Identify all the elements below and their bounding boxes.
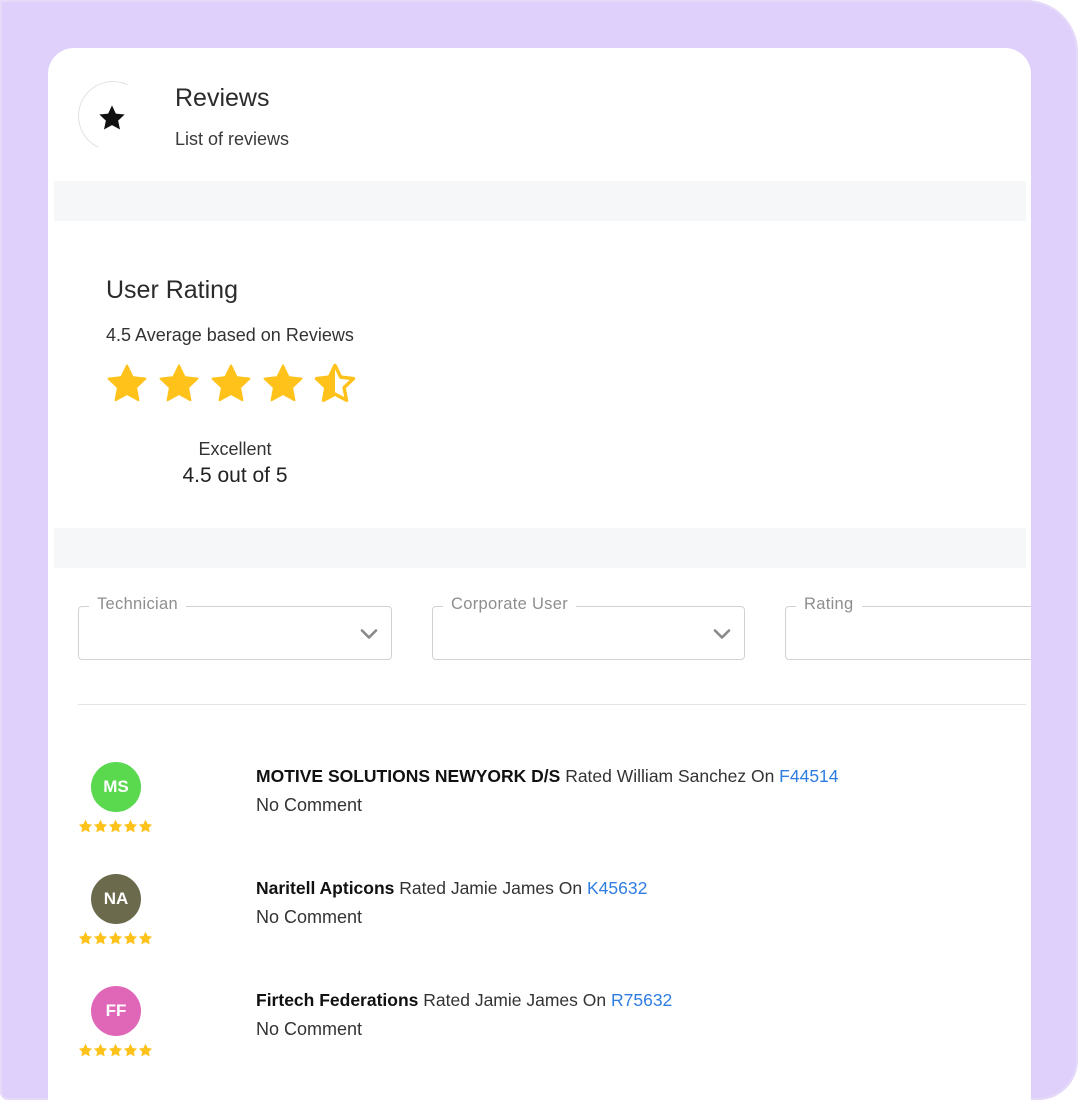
technician-select[interactable]: Technician [78, 595, 392, 660]
star-filled-icon [109, 1044, 122, 1057]
star-filled-icon [139, 820, 152, 833]
star-filled-icon [109, 820, 122, 833]
divider [78, 704, 1026, 705]
star-filled-icon [79, 932, 92, 945]
rating-heading: User Rating [106, 276, 238, 304]
star-filled-icon [109, 932, 122, 945]
star-icon [99, 105, 125, 130]
review-comment: No Comment [256, 795, 363, 815]
star-filled-icon [79, 820, 92, 833]
order-link[interactable]: F44514 [779, 766, 838, 786]
rating-label: Rating [796, 595, 862, 614]
review-item: NA Naritell Apticons Rated Jamie James O… [48, 874, 1031, 974]
star-filled-icon [124, 1044, 137, 1057]
review-comment: No Comment [256, 907, 363, 927]
review-item: FF Firtech Federations Rated Jamie James… [48, 986, 1031, 1086]
star-half-icon [314, 363, 356, 403]
chevron-down-icon[interactable] [710, 622, 734, 646]
review-text: MOTIVE SOLUTIONS NEWYORK D/S Rated Willi… [256, 766, 839, 787]
avatar: NA [91, 874, 141, 924]
avatar: FF [91, 986, 141, 1036]
review-stars [78, 819, 153, 834]
rating-word: Excellent [198, 439, 272, 459]
review-item: MS MOTIVE SOLUTIONS NEWYORK D/S Rated Wi… [48, 762, 1031, 862]
rating-stars [104, 361, 358, 407]
reviewer-name: Firtech Federations [256, 990, 419, 1010]
review-stars [78, 931, 153, 946]
review-text: Firtech Federations Rated Jamie James On… [256, 990, 672, 1011]
star-filled-icon [94, 932, 107, 945]
star-filled-icon [263, 364, 303, 402]
star-filled-icon [139, 1044, 152, 1057]
star-filled-icon [124, 820, 137, 833]
chevron-down-icon[interactable] [357, 622, 381, 646]
order-link[interactable]: R75632 [611, 990, 672, 1010]
section-separator [54, 181, 1026, 221]
review-stars [78, 1043, 153, 1058]
reviewer-name: Naritell Apticons [256, 878, 395, 898]
review-comment: No Comment [256, 1019, 363, 1039]
rating-average: 4.5 Average based on Reviews [106, 325, 354, 345]
rated-text: Rated Jamie James On [418, 990, 611, 1010]
technician-label: Technician [89, 595, 186, 614]
star-filled-icon [79, 1044, 92, 1057]
rating-select[interactable]: Rating [785, 595, 1031, 660]
star-filled-icon [124, 932, 137, 945]
star-filled-icon [159, 364, 199, 402]
page-title: Reviews [175, 84, 270, 112]
corporate-user-label: Corporate User [443, 595, 576, 614]
order-link[interactable]: K45632 [587, 878, 647, 898]
corporate-user-select[interactable]: Corporate User [432, 595, 745, 660]
avatar: MS [91, 762, 141, 812]
star-filled-icon [94, 1044, 107, 1057]
rated-text: Rated Jamie James On [394, 878, 587, 898]
star-filled-icon [211, 364, 251, 402]
rated-text: Rated William Sanchez On [560, 766, 780, 786]
star-filled-icon [94, 820, 107, 833]
rating-score: 4.5 out of 5 [182, 464, 288, 487]
reviews-card: Reviews List of reviews User Rating 4.5 … [48, 48, 1031, 1104]
star-filled-icon [107, 364, 147, 402]
section-separator [54, 528, 1026, 568]
page-subtitle: List of reviews [175, 129, 290, 149]
star-filled-icon [139, 932, 152, 945]
review-text: Naritell Apticons Rated Jamie James On K… [256, 878, 647, 899]
reviewer-name: MOTIVE SOLUTIONS NEWYORK D/S [256, 766, 561, 786]
